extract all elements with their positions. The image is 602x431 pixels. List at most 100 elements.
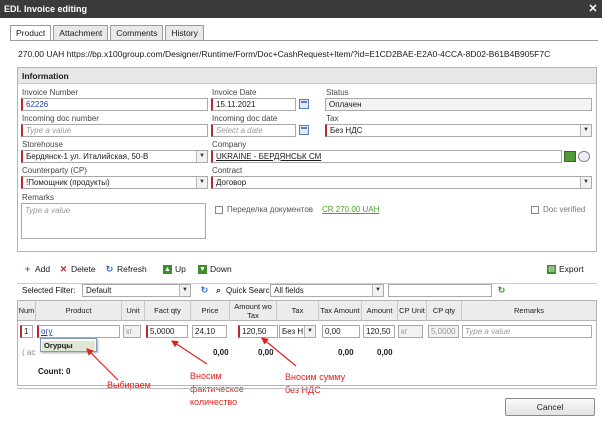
column-header[interactable]: Product (36, 301, 122, 321)
column-header[interactable]: Fact qty (145, 301, 191, 321)
column-header[interactable]: Amount (362, 301, 398, 321)
status-field: Оплачен (325, 98, 592, 111)
cancel-button[interactable]: Cancel (505, 398, 595, 416)
invoice-date-label: Invoice Date (212, 88, 257, 97)
export-label: Export (559, 264, 584, 274)
calendar-icon[interactable] (299, 125, 309, 135)
column-header[interactable]: CP qty (427, 301, 462, 321)
invoice-date-field[interactable]: 15.11.2021 (211, 98, 296, 111)
tab-comments[interactable]: Comments (110, 25, 164, 40)
column-header[interactable]: Remarks (462, 301, 596, 321)
annotation-fact-qty-line2: фактическое (190, 384, 244, 394)
doc-verified-checkbox[interactable] (531, 206, 539, 214)
window-title: EDI. Invoice editing (4, 4, 88, 14)
incoming-doc-date-field[interactable]: Select a date (211, 124, 296, 137)
down-label: Down (210, 264, 232, 274)
row-remarks-cell[interactable]: Type a value (462, 325, 592, 338)
incoming-doc-date-label: Incoming doc date (212, 114, 278, 123)
price-value: 24,10 (195, 327, 216, 336)
calendar-icon[interactable] (299, 99, 309, 109)
plus-icon: + (24, 263, 31, 274)
column-header[interactable]: Price (191, 301, 230, 321)
up-label: Up (175, 264, 186, 274)
column-header[interactable]: Num (18, 301, 36, 321)
up-button[interactable]: ▲ Up (163, 262, 186, 276)
refresh-icon[interactable]: ↻ (497, 286, 506, 295)
total-tax-amount: 0,00 (338, 348, 354, 357)
down-button[interactable]: ▼ Down (198, 262, 232, 276)
price-cell[interactable]: 24,10 (192, 325, 227, 338)
counterparty-label: Counterparty (CP) (22, 166, 87, 175)
product-autocomplete[interactable]: Огурцы (40, 338, 97, 352)
amount-wo-tax-cell[interactable]: 120,50 (238, 325, 278, 338)
storehouse-value: Бердянск-1 ул. Италийская, 50-В (26, 152, 149, 161)
counterparty-select[interactable]: !Помощник (продукты) ▼ (21, 176, 208, 189)
tab-history[interactable]: History (165, 25, 204, 40)
incoming-doc-number-field[interactable]: Type a value (21, 124, 208, 137)
close-icon[interactable]: ✕ (587, 3, 599, 15)
column-header[interactable]: Amount wo Tax (230, 301, 277, 321)
doc-verified-label: Doc verified (543, 205, 586, 214)
column-header[interactable]: Tax (277, 301, 319, 321)
chevron-down-icon[interactable]: ▼ (580, 177, 591, 188)
redo-docs-link[interactable]: CR 270.00 UAH (322, 205, 379, 214)
cp-qty-value: 5,0000 (431, 327, 456, 336)
tab-attachment[interactable]: Attachment (53, 25, 109, 40)
cp-unit-cell: кг (398, 325, 423, 338)
arrow-up-icon: ▲ (163, 264, 172, 274)
row-num-value: 1 (24, 327, 29, 336)
tab-product[interactable]: Product (10, 25, 52, 41)
total-amount: 0,00 (377, 348, 393, 357)
amount-wo-tax-value: 120,50 (242, 327, 267, 336)
status-value: Оплачен (329, 100, 362, 109)
counterparty-value: !Помощник (продукты) (26, 178, 110, 187)
chevron-down-icon[interactable]: ▼ (179, 285, 190, 296)
tax-amount-value: 0,00 (325, 327, 341, 336)
search-icon[interactable] (578, 151, 590, 162)
chevron-down-icon[interactable]: ▼ (580, 125, 591, 136)
annotation-amount-line1: Вносим сумму (285, 372, 346, 382)
arrow-down-icon: ▼ (198, 264, 207, 274)
amount-cell[interactable]: 120,50 (363, 325, 395, 338)
column-header[interactable]: CP Unit (398, 301, 427, 321)
chevron-down-icon[interactable]: ▼ (372, 285, 383, 296)
tab-divider (10, 40, 598, 41)
storehouse-select[interactable]: Бердянск-1 ул. Италийская, 50-В ▼ (21, 150, 208, 163)
grid-toolbar: + Add ✕ Delete ↻ Refresh ▲ Up ▼ Down ▤ Export (17, 262, 597, 278)
amount-value: 120,50 (366, 327, 391, 336)
invoice-number-field[interactable]: 62226 (21, 98, 208, 111)
export-button[interactable]: ▤ Export (547, 262, 584, 276)
refresh-icon[interactable]: ↻ (200, 286, 209, 295)
company-label: Company (212, 140, 247, 149)
chevron-down-icon[interactable]: ▼ (196, 177, 207, 188)
fact-qty-value: 5,0000 (150, 327, 175, 336)
quick-search-scope-select[interactable]: All fields ▼ (270, 284, 384, 297)
incoming-doc-number-label: Incoming doc number (22, 114, 99, 123)
company-lookup-icon[interactable] (564, 151, 576, 162)
tax-select[interactable]: Без НДС ▼ (325, 124, 592, 137)
delete-button[interactable]: ✕ Delete (59, 262, 96, 276)
add-button[interactable]: + Add (23, 262, 50, 276)
redo-docs-checkbox[interactable] (215, 206, 223, 214)
record-count: Count: 0 (38, 367, 71, 376)
refresh-icon: ↻ (105, 263, 114, 274)
selected-filter-select[interactable]: Default ▼ (82, 284, 191, 297)
autocomplete-option[interactable]: Огурцы (42, 341, 95, 351)
row-num-cell[interactable]: 1 (20, 325, 33, 338)
tax-cell-value: Без Н (282, 327, 304, 336)
chevron-down-icon[interactable]: ▼ (196, 151, 207, 162)
fact-qty-cell[interactable]: 5,0000 (146, 325, 188, 338)
contract-value: Договор (216, 178, 247, 187)
tax-amount-cell[interactable]: 0,00 (322, 325, 360, 338)
company-field[interactable]: UKRAINE - БЕРДЯНСЬК СМ (211, 150, 562, 163)
refresh-button[interactable]: ↻ Refresh (105, 262, 147, 276)
chevron-down-icon[interactable]: ▼ (304, 326, 315, 337)
contract-select[interactable]: Договор ▼ (211, 176, 592, 189)
column-header[interactable]: Unit (122, 301, 145, 321)
tax-cell[interactable]: Без Н ▼ (279, 325, 316, 338)
column-header[interactable]: Tax Amount (319, 301, 362, 321)
footer-divider (17, 388, 597, 389)
quick-search-input[interactable] (388, 284, 492, 297)
remarks-field[interactable]: Type a value (21, 203, 206, 239)
product-cell[interactable]: огу (37, 325, 120, 338)
